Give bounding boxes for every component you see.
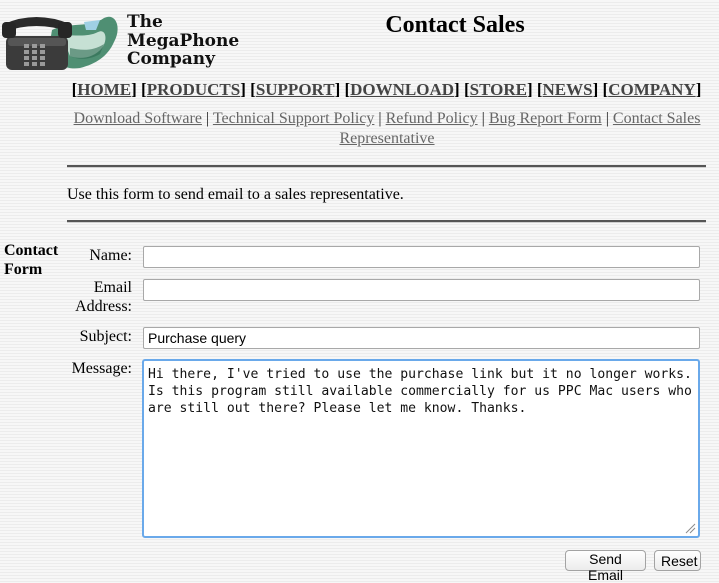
resize-grip-icon[interactable] (684, 522, 696, 534)
form-heading: Contact Form (4, 242, 59, 278)
logo-line-2: MegaPhone (127, 30, 240, 51)
nav-company[interactable]: COMPANY (608, 80, 696, 99)
send-email-button[interactable]: Send Email (565, 550, 646, 583)
message-field[interactable]: Hi there, I've tried to use the purchase… (142, 359, 700, 538)
main-nav: [HOME] [PRODUCTS] [SUPPORT] [DOWNLOAD] [… (71, 80, 702, 99)
subject-field[interactable] (143, 327, 700, 349)
logo-line-3: Company (127, 49, 215, 69)
subnav-technical-support-policy[interactable]: Technical Support Policy (213, 110, 375, 127)
subnav-refund-policy[interactable]: Refund Policy (386, 110, 478, 127)
intro-text: Use this form to send email to a sales r… (67, 186, 404, 203)
nav-support[interactable]: SUPPORT (256, 80, 335, 99)
nav-home[interactable]: HOME (77, 80, 131, 99)
subject-label: Subject: (79, 328, 132, 345)
nav-products[interactable]: PRODUCTS (147, 80, 241, 99)
nav-news[interactable]: NEWS (543, 80, 593, 99)
nav-store[interactable]: STORE (470, 80, 527, 99)
sub-nav: Download Software | Technical Support Po… (73, 110, 701, 147)
divider-bottom (67, 220, 706, 223)
subnav-download-software[interactable]: Download Software (74, 110, 202, 127)
email-field[interactable] (143, 279, 700, 301)
page-title: Contact Sales (385, 12, 525, 38)
logo-line-1: The (127, 12, 163, 32)
divider-top (67, 165, 706, 168)
subnav-bug-report-form[interactable]: Bug Report Form (489, 110, 602, 127)
nav-download[interactable]: DOWNLOAD (350, 80, 454, 99)
company-name: The MegaPhone Company (127, 13, 239, 69)
telephone-icon (2, 16, 118, 70)
reset-button[interactable]: Reset (654, 550, 701, 571)
name-label: Name: (89, 247, 132, 264)
name-field[interactable] (143, 246, 700, 268)
message-label: Message: (71, 360, 132, 377)
email-label: Email Address: (75, 279, 132, 315)
